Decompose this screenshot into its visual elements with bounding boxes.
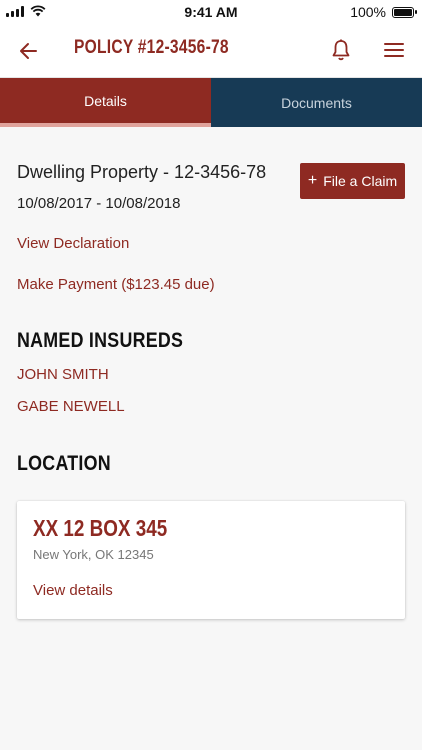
status-right: 100% [350, 4, 417, 20]
menu-icon[interactable] [381, 37, 407, 63]
location-heading: LOCATION [17, 452, 111, 475]
insured-item[interactable]: JOHN SMITH [17, 366, 109, 383]
plus-icon: + [307, 172, 318, 189]
location-card: XX 12 BOX 345 New York, OK 12345 View de… [17, 501, 405, 619]
battery-icon [392, 6, 417, 18]
navbar: POLICY #12-3456-78 [0, 24, 422, 78]
battery-fill [394, 8, 412, 16]
battery-percent: 100% [350, 4, 386, 20]
view-details-link[interactable]: View details [33, 582, 113, 599]
file-claim-button[interactable]: + File a Claim [300, 163, 405, 199]
location-city: New York, OK 12345 [33, 547, 154, 562]
policy-dates: 10/08/2017 - 10/08/2018 [17, 195, 181, 212]
tab-bar: Details Documents [0, 78, 422, 127]
named-insureds-heading: NAMED INSUREDS [17, 329, 184, 352]
policy-title: Dwelling Property - 12-3456-78 [17, 162, 267, 182]
location-address: XX 12 BOX 345 [33, 515, 168, 541]
status-bar: 9:41 AM 100% [0, 0, 422, 24]
file-claim-label: File a Claim [323, 173, 398, 189]
tab-documents[interactable]: Documents [211, 78, 422, 127]
back-arrow-icon[interactable] [16, 38, 42, 64]
make-payment-link[interactable]: Make Payment ($123.45 due) [17, 276, 215, 293]
view-declaration-link[interactable]: View Declaration [17, 235, 129, 252]
tab-details[interactable]: Details [0, 78, 211, 127]
page-title: POLICY #12-3456-78 [74, 37, 229, 58]
insured-item[interactable]: GABE NEWELL [17, 398, 125, 415]
bell-icon[interactable] [328, 37, 354, 63]
